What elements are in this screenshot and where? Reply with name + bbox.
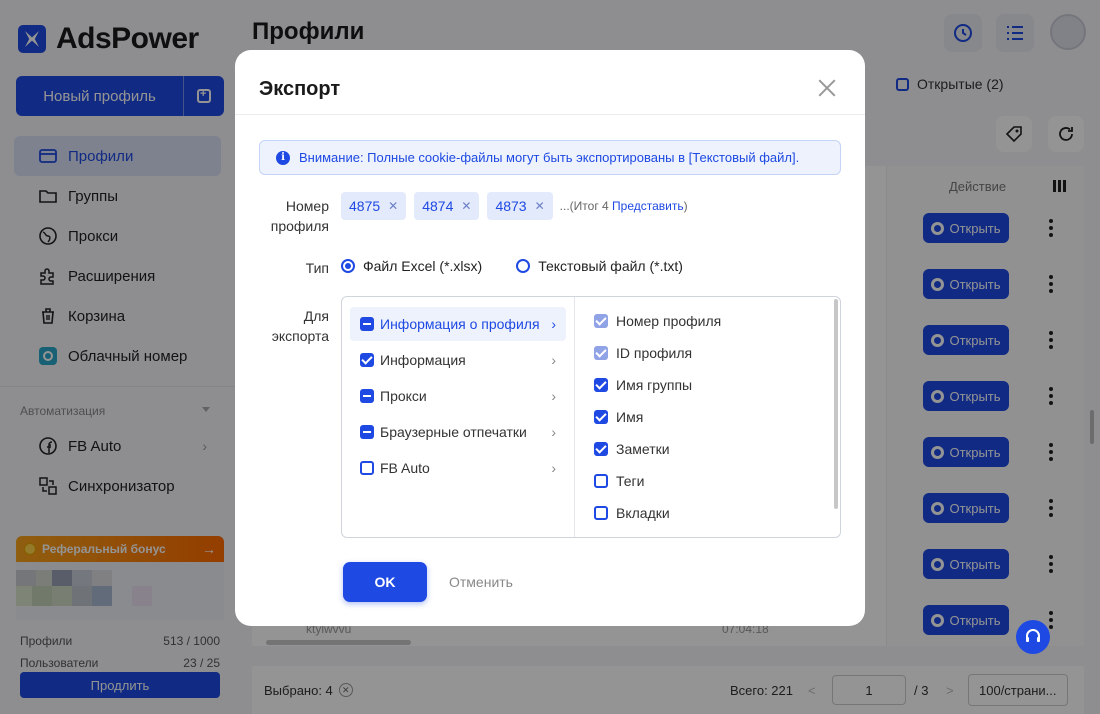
radio-txt[interactable]: Текстовый файл (*.txt) bbox=[516, 258, 683, 274]
chevron-right-icon: › bbox=[551, 316, 556, 332]
field-list-scrollbar[interactable] bbox=[834, 299, 838, 509]
chevron-right-icon: › bbox=[551, 424, 556, 440]
field-group-name[interactable]: Имя группы bbox=[594, 373, 692, 397]
total-note: ...(Итог 4 Представить) bbox=[559, 199, 688, 213]
profile-tag: 4875 ✕ bbox=[341, 192, 407, 220]
chevron-right-icon: › bbox=[551, 388, 556, 404]
field-tags[interactable]: Теги bbox=[594, 469, 644, 493]
field-notes[interactable]: Заметки bbox=[594, 437, 670, 461]
profile-tags: 4875 ✕ 4874 ✕ 4873 ✕ ...(Итог 4 Представить… bbox=[341, 192, 688, 220]
chevron-right-icon: › bbox=[551, 352, 556, 368]
checkbox-checked[interactable] bbox=[594, 410, 608, 424]
checkbox-partial[interactable] bbox=[360, 317, 374, 331]
profile-number-label: Номер профиля bbox=[270, 198, 329, 234]
checkbox-checked[interactable] bbox=[594, 442, 608, 456]
radio-empty-icon[interactable] bbox=[516, 259, 531, 273]
checkbox-partial[interactable] bbox=[360, 425, 374, 439]
ok-button[interactable]: OK bbox=[343, 562, 427, 602]
field-name[interactable]: Имя bbox=[594, 405, 643, 429]
checkbox-checked[interactable] bbox=[594, 378, 608, 392]
checkbox-empty[interactable] bbox=[594, 474, 608, 488]
type-radio-group: Файл Excel (*.xlsx) Текстовый файл (*.tx… bbox=[341, 258, 683, 274]
remove-tag-icon[interactable]: ✕ bbox=[535, 199, 545, 213]
notice-banner: i Внимание: Полные cookie-файлы могут бы… bbox=[259, 140, 841, 175]
field-list: Номер профиля ID профиля Имя группы Имя … bbox=[576, 297, 840, 537]
close-icon[interactable] bbox=[817, 78, 837, 98]
dialog-title: Экспорт bbox=[259, 78, 341, 100]
type-label: Тип bbox=[305, 260, 329, 276]
field-profile-number: Номер профиля bbox=[594, 309, 721, 333]
chevron-right-icon: › bbox=[551, 460, 556, 476]
profile-tag: 4873 ✕ bbox=[487, 192, 553, 220]
cancel-button[interactable]: Отменить bbox=[449, 562, 513, 602]
export-label: Для экспорта bbox=[271, 308, 329, 344]
export-dialog: Экспорт i Внимание: Полные cookie-файлы … bbox=[235, 50, 865, 626]
show-all-link[interactable]: Представить bbox=[612, 199, 684, 213]
category-fingerprints[interactable]: Браузерные отпечатки › bbox=[350, 415, 566, 449]
category-profile-info[interactable]: Информация о профиля › bbox=[350, 307, 566, 341]
notice-text: Внимание: Полные cookie-файлы могут быть… bbox=[299, 150, 800, 165]
checkbox-checked[interactable] bbox=[360, 353, 374, 367]
info-icon: i bbox=[276, 150, 290, 165]
field-profile-id: ID профиля bbox=[594, 341, 692, 365]
category-info[interactable]: Информация › bbox=[350, 343, 566, 377]
checkbox-partial[interactable] bbox=[360, 389, 374, 403]
radio-selected-icon[interactable] bbox=[341, 259, 355, 273]
category-fb-auto[interactable]: FB Auto › bbox=[350, 451, 566, 485]
field-tabs[interactable]: Вкладки bbox=[594, 501, 670, 525]
category-proxy[interactable]: Прокси › bbox=[350, 379, 566, 413]
radio-excel[interactable]: Файл Excel (*.xlsx) bbox=[341, 258, 482, 274]
support-chat-button[interactable] bbox=[1016, 620, 1050, 654]
category-list: Информация о профиля › Информация › Прок… bbox=[342, 297, 575, 537]
export-field-picker: Информация о профиля › Информация › Прок… bbox=[341, 296, 841, 538]
checkbox-disabled bbox=[594, 346, 608, 360]
dialog-divider bbox=[235, 114, 865, 115]
checkbox-empty[interactable] bbox=[360, 461, 374, 475]
remove-tag-icon[interactable]: ✕ bbox=[461, 199, 471, 213]
checkbox-empty[interactable] bbox=[594, 506, 608, 520]
remove-tag-icon[interactable]: ✕ bbox=[388, 199, 398, 213]
checkbox-disabled bbox=[594, 314, 608, 328]
profile-tag: 4874 ✕ bbox=[414, 192, 480, 220]
